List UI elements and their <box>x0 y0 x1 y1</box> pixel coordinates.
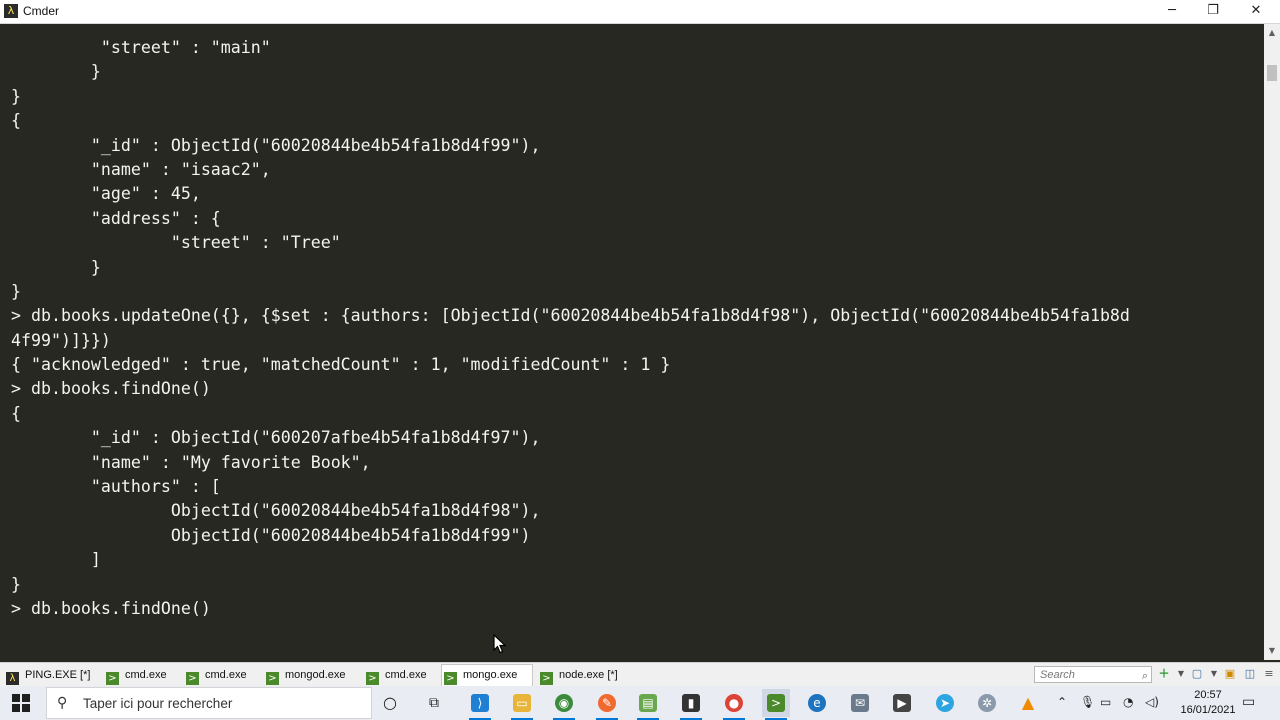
console-icon: > <box>366 672 379 685</box>
mail-icon[interactable]: ✉ <box>846 689 874 717</box>
close-button[interactable]: ✕ <box>1236 0 1276 23</box>
console-line: { "acknowledged" : true, "matchedCount" … <box>11 355 671 375</box>
telegram-icon[interactable]: ➤ <box>931 689 959 717</box>
split-view-icon[interactable]: ▢ <box>1190 667 1204 681</box>
console-line: ObjectId("60020844be4b54fa1b8d4f98"), <box>11 501 541 521</box>
chrome-icon[interactable]: ● <box>720 689 748 720</box>
console-line: "name" : "isaac2", <box>11 159 271 179</box>
console-line: } <box>11 257 101 277</box>
volume-icon[interactable]: ◁) <box>1145 695 1159 709</box>
scroll-down-arrow-icon[interactable]: ▼ <box>1264 644 1280 658</box>
edge-icon[interactable]: e <box>803 689 831 717</box>
window-title: Cmder <box>23 4 60 18</box>
windows-start-icon[interactable] <box>12 694 30 712</box>
minimize-button[interactable]: ─ <box>1152 0 1192 23</box>
console-line: ObjectId("60020844be4b54fa1b8d4f99") <box>11 525 531 545</box>
notification-center-icon[interactable]: ▭ <box>1242 694 1255 710</box>
scroll-up-arrow-icon[interactable]: ▲ <box>1264 26 1280 40</box>
console-text: "street" : "main" }} { "_id" : ObjectId("… <box>11 36 1130 621</box>
tab-cmd-2[interactable]: > cmd.exe <box>184 665 247 685</box>
tab-mongod[interactable]: > mongod.exe <box>264 665 346 685</box>
battery-icon[interactable]: ▭ <box>1100 695 1111 709</box>
tab-mongo[interactable]: > mongo.exe <box>441 664 533 686</box>
console-line: "age" : 45, <box>11 184 201 204</box>
new-console-icon[interactable]: ＋ <box>1157 667 1171 681</box>
tab-ping[interactable]: λ PING.EXE [*] <box>4 665 90 685</box>
new-console-dropdown-icon[interactable]: ▼ <box>1174 667 1188 681</box>
mouse-pointer-icon <box>493 634 507 654</box>
show-hidden-icons-icon[interactable]: ⌃ <box>1057 695 1067 709</box>
tab-cmd-1[interactable]: > cmd.exe <box>104 665 167 685</box>
console-line: } <box>11 86 21 106</box>
tab-label: mongod.exe <box>285 669 346 681</box>
menu-icon[interactable]: ≡ <box>1262 667 1276 681</box>
window-titlebar: λ Cmder ─ ❐ ✕ <box>0 0 1280 24</box>
taskbar-clock[interactable]: 20:57 16/01/2021 <box>1180 688 1236 718</box>
console-icon: > <box>266 672 279 685</box>
tab-label: cmd.exe <box>125 669 167 681</box>
network-app-icon[interactable]: ✲ <box>973 689 1001 717</box>
scroll-thumb[interactable] <box>1267 65 1277 81</box>
console-line: } <box>11 574 21 594</box>
vertical-scrollbar[interactable]: ▲ ▼ <box>1264 24 1280 660</box>
clock-date: 16/01/2021 <box>1180 704 1236 716</box>
tab-label: cmd.exe <box>385 669 427 681</box>
vscode-icon[interactable]: ⟩ <box>466 689 494 720</box>
console-line: "authors" : [ <box>11 477 221 497</box>
cmder-taskbar-icon[interactable]: > <box>762 689 790 720</box>
console-icon: > <box>540 672 553 685</box>
maximize-pane-icon[interactable]: ◫ <box>1243 667 1257 681</box>
tab-label: PING.EXE [*] <box>25 669 91 681</box>
console-icon: > <box>444 672 457 685</box>
console-line: "name" : "My favorite Book", <box>11 452 371 472</box>
tab-cmd-3[interactable]: > cmd.exe <box>364 665 427 685</box>
postman-icon[interactable]: ✎ <box>593 689 621 720</box>
taskbar-search-box[interactable]: ⚲ Taper ici pour rechercher <box>46 687 372 719</box>
clock-time: 20:57 <box>1194 689 1222 701</box>
maximize-button[interactable]: ❐ <box>1193 0 1233 23</box>
taskbar-search-placeholder: Taper ici pour rechercher <box>83 696 233 711</box>
console-line: > db.books.findOne() <box>11 379 211 399</box>
console-line: ] <box>11 550 101 570</box>
console-line: } <box>11 281 21 301</box>
tab-label: node.exe [*] <box>559 669 618 681</box>
console-icon: > <box>106 672 119 685</box>
spreadsheet-app-icon[interactable]: ▤ <box>634 689 662 720</box>
lambda-icon: λ <box>6 672 19 685</box>
console-tabbar: λ PING.EXE [*] > cmd.exe > cmd.exe > mongod.… <box>0 662 1280 687</box>
console-line: "address" : { <box>11 208 221 228</box>
wifi-icon[interactable]: ◔ <box>1123 695 1133 709</box>
task-view-icon[interactable]: ⧉ <box>420 689 448 717</box>
console-output[interactable]: "street" : "main" }} { "_id" : ObjectId("… <box>0 24 1264 660</box>
tabbar-search-input[interactable]: Search ⌕ <box>1034 666 1152 683</box>
console-line: 4f99")]}}) <box>11 330 111 350</box>
console-line: "_id" : ObjectId("600207afbe4b54fa1b8d4f… <box>11 428 541 448</box>
windows-taskbar: ⚲ Taper ici pour rechercher ○ ⧉ ⟩ ▭ ◉ ✎ … <box>0 686 1280 720</box>
file-explorer-icon[interactable]: ▭ <box>508 689 536 720</box>
media-app-icon[interactable]: ▶ <box>888 689 916 717</box>
console-line: "street" : "main" <box>11 38 271 57</box>
search-icon: ⚲ <box>57 695 68 711</box>
android-studio-icon[interactable]: ◉ <box>550 689 578 720</box>
terminal-app-icon[interactable]: ▮ <box>677 689 705 720</box>
console-line: { <box>11 403 21 423</box>
lock-icon[interactable]: ▣ <box>1223 667 1237 681</box>
tab-label: cmd.exe <box>205 669 247 681</box>
search-placeholder: Search <box>1040 669 1075 681</box>
microphone-icon[interactable]: 🎙 <box>1080 695 1095 709</box>
search-icon: ⌕ <box>1141 669 1148 682</box>
console-icon: > <box>186 672 199 685</box>
console-line: { <box>11 111 21 131</box>
console-line: "street" : "Tree" <box>11 233 341 253</box>
console-line: } <box>11 62 101 82</box>
console-line: "_id" : ObjectId("60020844be4b54fa1b8d4f… <box>11 135 541 155</box>
tab-node[interactable]: > node.exe [*] <box>538 665 618 685</box>
view-dropdown-icon[interactable]: ▼ <box>1207 667 1221 681</box>
console-line: > db.books.findOne() <box>11 598 211 618</box>
tab-label: mongo.exe <box>463 669 518 681</box>
cortana-icon[interactable]: ○ <box>376 689 404 717</box>
console-line: > db.books.updateOne({}, {$set : {author… <box>11 306 1130 326</box>
vlc-icon[interactable]: ▲ <box>1014 689 1042 717</box>
cmder-lambda-icon: λ <box>4 4 18 18</box>
